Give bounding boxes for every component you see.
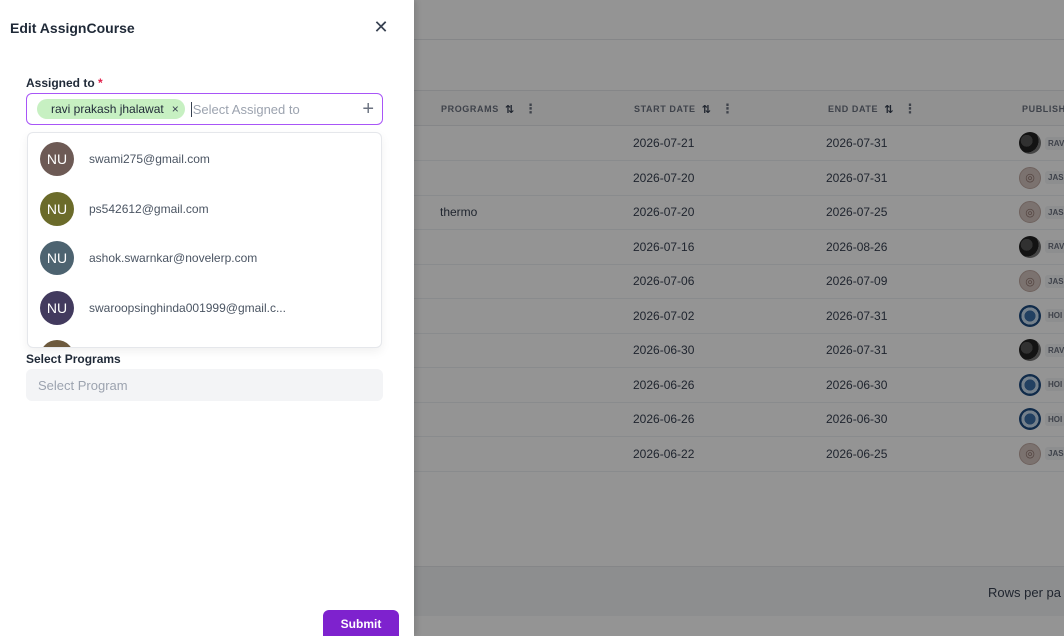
option-email: swami275@gmail.com xyxy=(89,152,210,166)
assignee-option[interactable]: NU ashok.swarnkar@novelerp.com xyxy=(28,234,381,282)
selected-assignee-chip: ravi prakash jhalawat × xyxy=(37,99,185,119)
add-icon[interactable]: + xyxy=(362,98,374,120)
assignee-option[interactable]: NU swami275@gmail.com xyxy=(28,135,381,183)
remove-chip-icon[interactable]: × xyxy=(172,102,179,116)
user-avatar: NU xyxy=(40,241,74,275)
assignee-dropdown[interactable]: NU swami275@gmail.com NU ps542612@gmail.com… xyxy=(27,132,382,348)
assigned-to-label: Assigned to * xyxy=(26,76,103,90)
option-email: swaroopsinghinda001999@gmail.c... xyxy=(89,300,286,315)
user-avatar: NU xyxy=(40,340,74,347)
chip-label: ravi prakash jhalawat xyxy=(51,102,164,116)
close-icon[interactable]: ✕ xyxy=(372,18,390,36)
select-programs-label: Select Programs xyxy=(26,352,121,366)
assignee-option[interactable]: NU xyxy=(28,333,381,347)
assigned-to-select[interactable]: ravi prakash jhalawat × + xyxy=(26,93,383,125)
program-input[interactable] xyxy=(38,377,368,393)
edit-assigncourse-panel: Edit AssignCourse ✕ Assigned to * ravi p… xyxy=(0,0,414,636)
assignee-option[interactable]: NU swaroopsinghinda001999@gmail.c... xyxy=(28,284,381,332)
assignee-option[interactable]: NU ps542612@gmail.com xyxy=(28,185,381,233)
option-email: ps542612@gmail.com xyxy=(89,201,209,216)
option-email: ashok.swarnkar@novelerp.com xyxy=(89,251,258,265)
required-mark: * xyxy=(98,76,103,90)
panel-title: Edit AssignCourse xyxy=(10,20,135,36)
user-avatar: NU xyxy=(40,142,74,176)
user-avatar: NU xyxy=(40,191,74,226)
submit-button[interactable]: Submit xyxy=(323,610,399,636)
user-avatar: NU xyxy=(40,290,74,325)
assigned-to-input[interactable] xyxy=(190,101,331,117)
program-select[interactable] xyxy=(26,369,383,401)
